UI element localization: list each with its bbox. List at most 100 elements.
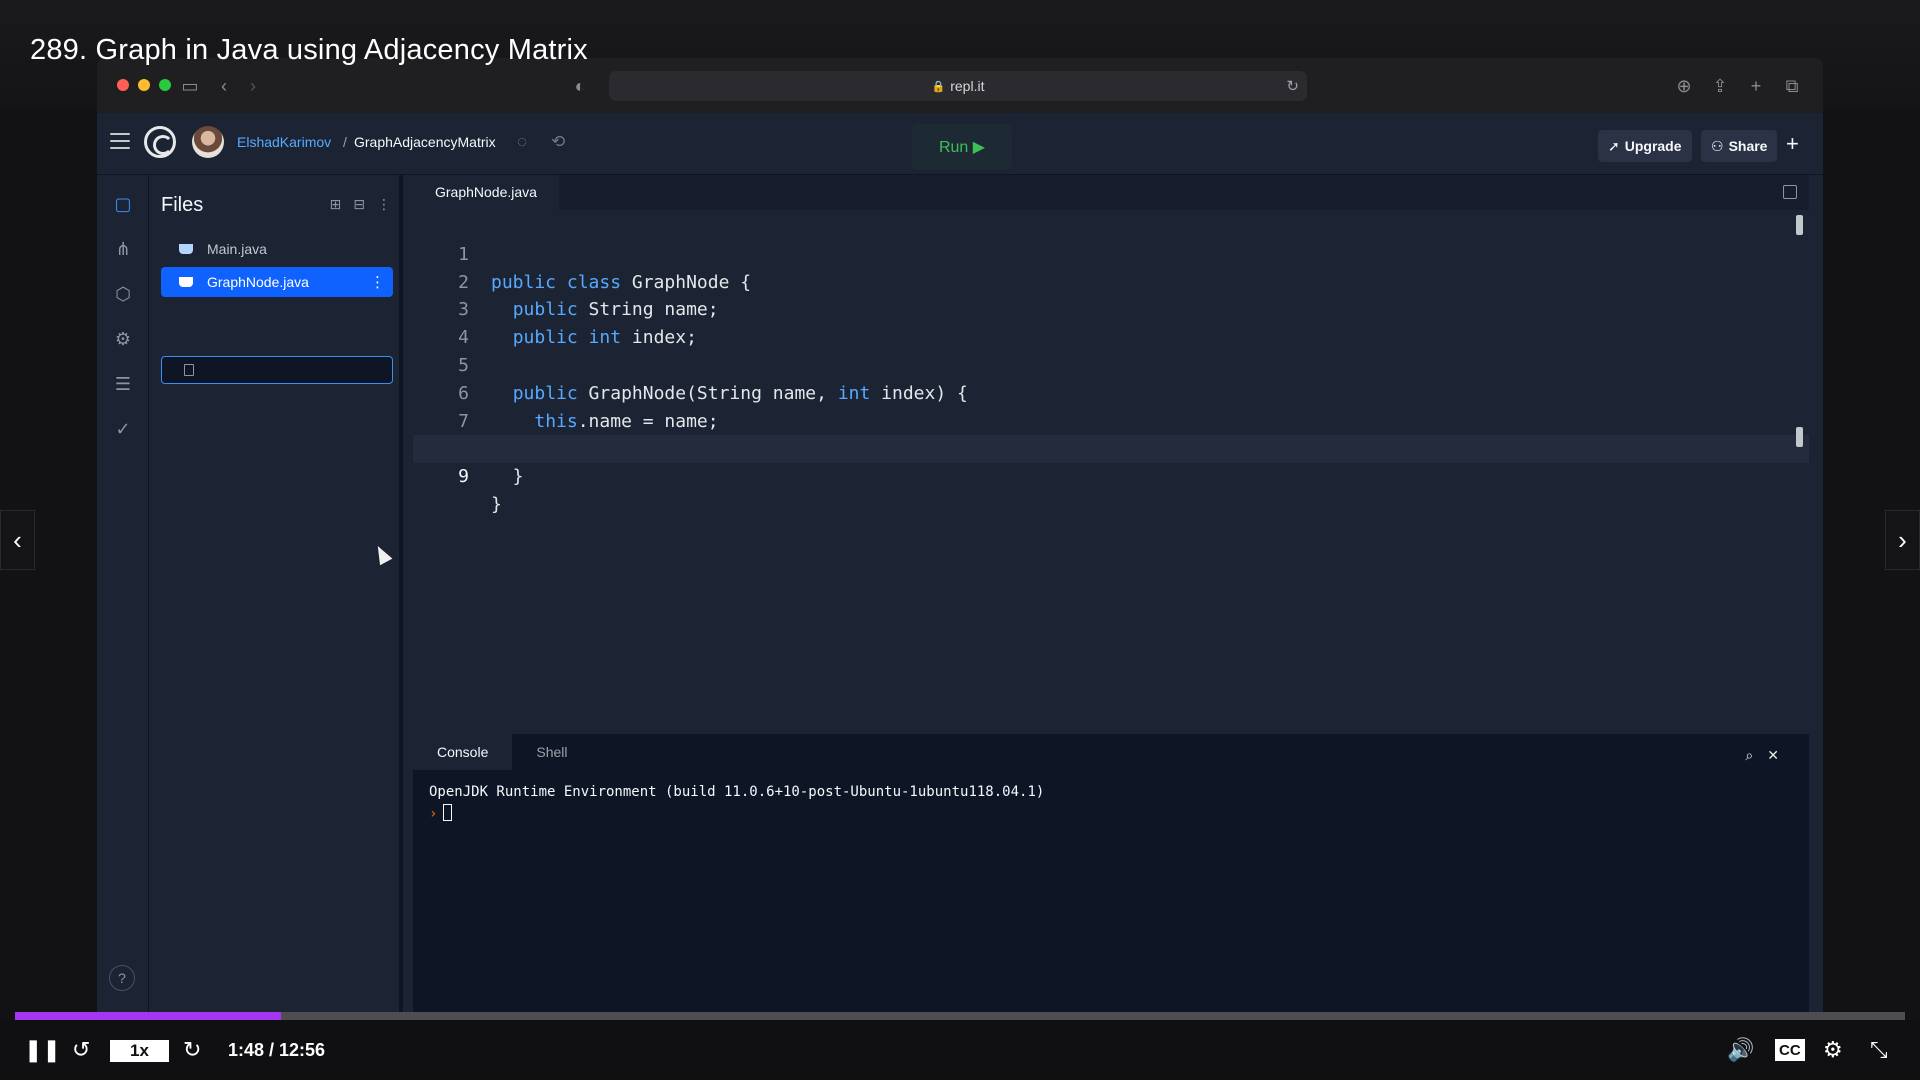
editor-scrollbar[interactable] <box>1796 215 1803 235</box>
files-panel: Files ⊞ ⊟ ⋮ Main.java GraphNode.java ⋮ <box>149 175 403 1018</box>
java-file-icon <box>179 277 193 287</box>
code-line: 8 } <box>413 408 1809 487</box>
files-actions: ⊞ ⊟ ⋮ <box>330 196 391 213</box>
search-icon[interactable]: ⌕ <box>1745 747 1753 764</box>
more-options-icon[interactable]: ⋮ <box>377 196 391 213</box>
username-link[interactable]: ElshadKarimov <box>237 134 331 150</box>
version-control-icon[interactable]: ⋔ <box>111 237 135 261</box>
menu-icon[interactable] <box>110 133 130 149</box>
file-name: GraphNode.java <box>207 274 309 290</box>
tab-console[interactable]: Console <box>413 734 513 770</box>
add-icon[interactable]: + <box>1786 131 1799 157</box>
code-line: 6 this.name = name; <box>413 352 1809 432</box>
new-tab-icon[interactable]: + <box>1742 72 1770 100</box>
rewind-icon[interactable]: ↺ <box>72 1036 90 1064</box>
editor-tab-bar <box>413 175 1809 210</box>
forward-skip-icon[interactable]: ↻ <box>183 1036 201 1064</box>
settings-icon[interactable]: ⚙ <box>111 327 135 351</box>
window-controls <box>117 79 171 91</box>
console-panel: Console Shell ⌕ ✕ OpenJDK Runtime Enviro… <box>413 734 1809 1018</box>
previous-lecture-button[interactable]: ‹ <box>0 510 35 570</box>
next-lecture-button[interactable]: › <box>1885 510 1920 570</box>
console-output: OpenJDK Runtime Environment (build 11.0.… <box>429 784 1045 800</box>
files-title: Files <box>161 194 204 216</box>
repl-name[interactable]: GraphAdjacencyMatrix <box>354 134 496 150</box>
tab-graphnode[interactable]: GraphNode.java <box>413 175 559 210</box>
rocket-icon: ➚ <box>1608 137 1620 154</box>
playback-speed-button[interactable]: 1x <box>110 1040 169 1062</box>
code-lines[interactable]: 1 public class GraphNode { 2 public Stri… <box>413 213 1809 515</box>
pause-icon[interactable]: ❚❚ <box>24 1036 61 1064</box>
video-player: 289. Graph in Java using Adjacency Matri… <box>0 0 1920 1080</box>
close-window-icon[interactable] <box>117 79 129 91</box>
console-tabs: Console Shell <box>413 734 592 770</box>
file-icon <box>184 364 194 376</box>
url-text: repl.it <box>950 78 985 94</box>
share-label: Share <box>1728 138 1768 154</box>
browser-window: ▭ ‹ › ◐ 🔒 repl.it ↻ ⊕ ⇪ + ⧉ ElshadKarimo… <box>97 58 1823 1018</box>
java-file-icon <box>179 244 193 254</box>
file-name: Main.java <box>207 241 267 257</box>
code-editor[interactable]: GraphNode.java 1 public class GraphNode … <box>413 175 1809 734</box>
file-item-graphnode[interactable]: GraphNode.java ⋮ <box>161 267 393 297</box>
code-line: 7 this.index = index; <box>413 380 1809 460</box>
upgrade-label: Upgrade <box>1624 138 1682 154</box>
tab-shell[interactable]: Shell <box>512 734 591 770</box>
console-tools: ⌕ ✕ <box>1745 747 1779 764</box>
new-file-icon[interactable]: ⊞ <box>330 196 342 213</box>
code-line-current: 9 } <box>413 435 1809 515</box>
time-display: 1:48 / 12:56 <box>228 1040 326 1060</box>
files-icon[interactable]: ▢ <box>111 192 135 216</box>
sidebar-rail: ▢ ⋔ ⬡ ⚙ ☰ ✓ ? <box>97 175 149 1018</box>
video-controls: ❚❚ ↺ 1x ↻ 1:48 / 12:56 🔊 CC ⚙ ⤡ <box>0 1020 1920 1080</box>
editor-scroll-marker <box>1796 427 1803 447</box>
line-number: 9 <box>458 466 469 488</box>
address-bar[interactable]: 🔒 repl.it ↻ <box>609 71 1307 101</box>
video-title: 289. Graph in Java using Adjacency Matri… <box>30 34 588 66</box>
replit-header: ElshadKarimov / GraphAdjacencyMatrix ◌ ⟲… <box>97 113 1823 175</box>
avatar[interactable] <box>192 126 224 158</box>
packages-icon[interactable]: ⬡ <box>111 282 135 306</box>
check-icon[interactable]: ✓ <box>111 417 135 441</box>
editor-menu-icon[interactable] <box>1783 185 1797 199</box>
lock-icon: 🔒 <box>931 80 946 93</box>
database-icon[interactable]: ☰ <box>111 372 135 396</box>
download-icon[interactable]: ⊕ <box>1670 72 1698 100</box>
help-icon[interactable]: ? <box>109 965 135 991</box>
share-sheet-icon[interactable]: ⇪ <box>1706 72 1734 100</box>
settings-gear-icon[interactable]: ⚙ <box>1823 1036 1843 1064</box>
console-caret[interactable] <box>443 804 452 821</box>
reload-icon[interactable]: ↻ <box>1286 77 1299 95</box>
video-progress-fill <box>15 1012 282 1020</box>
code-line: 5 public GraphNode(String name, int inde… <box>413 324 1809 404</box>
new-folder-icon[interactable]: ⊟ <box>353 196 365 213</box>
clear-icon[interactable]: ✕ <box>1767 747 1779 764</box>
replit-logo-icon[interactable] <box>144 126 176 158</box>
breadcrumb-separator: / <box>343 134 347 150</box>
shield-icon[interactable]: ◐ <box>566 72 594 100</box>
code-line: 3 public int index; <box>413 269 1809 348</box>
zoom-window-icon[interactable] <box>159 79 171 91</box>
code-line: 2 public String name; <box>413 241 1809 321</box>
exit-fullscreen-icon[interactable]: ⤡ <box>1870 1036 1888 1064</box>
upgrade-button[interactable]: ➚ Upgrade <box>1598 130 1692 162</box>
video-progress-bar[interactable] <box>15 1012 1905 1020</box>
share-button[interactable]: ⚇ Share <box>1701 130 1778 162</box>
file-item-main[interactable]: Main.java <box>161 234 393 264</box>
run-button[interactable]: Run ▶ <box>912 124 1012 170</box>
tabs-overview-icon[interactable]: ⧉ <box>1778 72 1806 100</box>
file-menu-icon[interactable]: ⋮ <box>370 273 385 291</box>
history-icon[interactable]: ⟲ <box>551 132 565 152</box>
lock-status-icon[interactable]: ◌ <box>517 132 527 152</box>
code-line: 1 public class GraphNode { <box>413 213 1809 293</box>
console-prompt: › <box>429 806 438 822</box>
volume-icon[interactable]: 🔊 <box>1727 1036 1754 1064</box>
new-file-input[interactable] <box>161 356 393 384</box>
line-text: } <box>491 493 502 515</box>
forward-icon[interactable]: › <box>239 72 267 100</box>
code-line: 4 <box>413 296 1809 348</box>
sidebar-toggle-icon[interactable]: ▭ <box>176 72 204 100</box>
minimize-window-icon[interactable] <box>138 79 150 91</box>
captions-icon[interactable]: CC <box>1775 1039 1805 1061</box>
back-icon[interactable]: ‹ <box>210 72 238 100</box>
